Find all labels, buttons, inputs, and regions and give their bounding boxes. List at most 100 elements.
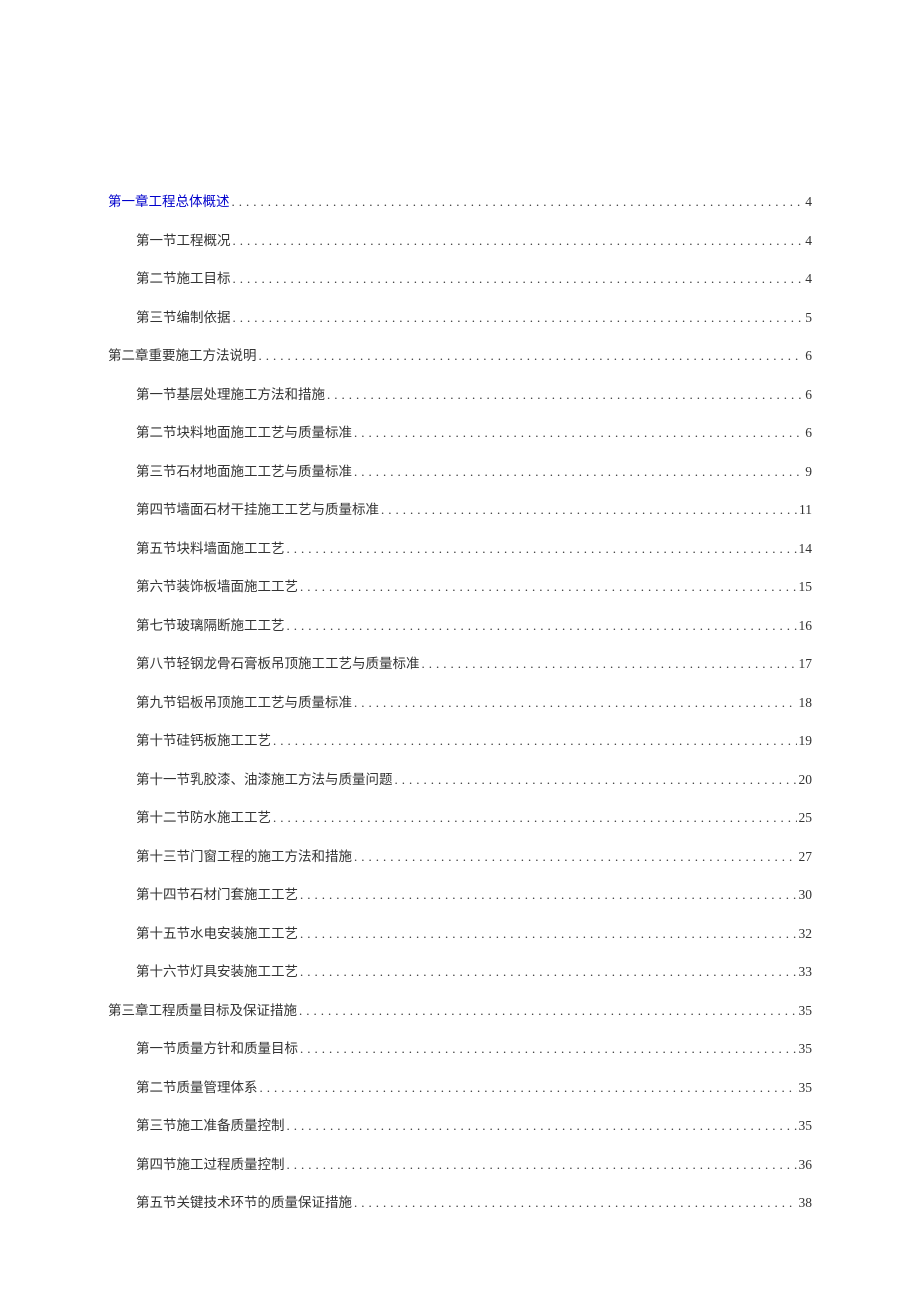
toc-page-number: 30 — [799, 887, 813, 903]
toc-leader-dots: ........................................… — [259, 348, 804, 364]
toc-leader-dots: ........................................… — [354, 464, 803, 480]
toc-title: 第二章重要施工方法说明 — [108, 344, 257, 364]
toc-entry[interactable]: 第三节石材地面施工工艺与质量标准........................… — [108, 460, 812, 480]
toc-entry[interactable]: 第一章工程总体概述...............................… — [108, 190, 812, 210]
toc-title: 第十四节石材门套施工工艺 — [136, 883, 298, 903]
toc-leader-dots: ........................................… — [354, 849, 797, 865]
toc-title: 第五节块料墙面施工工艺 — [136, 537, 285, 557]
toc-leader-dots: ........................................… — [273, 810, 797, 826]
toc-title: 第六节装饰板墙面施工工艺 — [136, 575, 298, 595]
toc-leader-dots: ........................................… — [233, 233, 804, 249]
toc-title: 第十节硅钙板施工工艺 — [136, 729, 271, 749]
toc-title: 第十三节门窗工程的施工方法和措施 — [136, 845, 352, 865]
toc-page-number: 17 — [799, 656, 813, 672]
toc-title: 第三节石材地面施工工艺与质量标准 — [136, 460, 352, 480]
toc-page-number: 35 — [799, 1118, 813, 1134]
toc-leader-dots: ........................................… — [300, 964, 797, 980]
toc-title: 第八节轻钢龙骨石膏板吊顶施工工艺与质量标准 — [136, 652, 420, 672]
toc-title: 第四节施工过程质量控制 — [136, 1153, 285, 1173]
toc-entry[interactable]: 第四节墙面石材干挂施工工艺与质量标准......................… — [108, 498, 812, 518]
toc-title: 第二节质量管理体系 — [136, 1076, 258, 1096]
toc-entry[interactable]: 第十四节石材门套施工工艺............................… — [108, 883, 812, 903]
toc-title: 第九节铝板吊顶施工工艺与质量标准 — [136, 691, 352, 711]
toc-leader-dots: ........................................… — [287, 541, 797, 557]
toc-entry[interactable]: 第七节玻璃隔断施工工艺.............................… — [108, 614, 812, 634]
toc-entry[interactable]: 第二节质量管理体系...............................… — [108, 1076, 812, 1096]
toc-title: 第五节关键技术环节的质量保证措施 — [136, 1191, 352, 1211]
toc-page-number: 32 — [799, 926, 813, 942]
toc-leader-dots: ........................................… — [300, 926, 797, 942]
toc-entry[interactable]: 第五节块料墙面施工工艺.............................… — [108, 537, 812, 557]
toc-page-number: 35 — [799, 1041, 813, 1057]
toc-page-number: 20 — [799, 772, 813, 788]
toc-leader-dots: ........................................… — [299, 1003, 797, 1019]
toc-leader-dots: ........................................… — [354, 695, 797, 711]
table-of-contents: 第一章工程总体概述...............................… — [108, 190, 812, 1211]
toc-entry[interactable]: 第四节施工过程质量控制.............................… — [108, 1153, 812, 1173]
toc-entry[interactable]: 第二节块料地面施工工艺与质量标准........................… — [108, 421, 812, 441]
toc-entry[interactable]: 第十二节防水施工工艺..............................… — [108, 806, 812, 826]
toc-title: 第一章工程总体概述 — [108, 190, 230, 210]
toc-entry[interactable]: 第三节编制依据.................................… — [108, 306, 812, 326]
toc-page-number: 33 — [799, 964, 813, 980]
toc-leader-dots: ........................................… — [381, 502, 797, 518]
toc-entry[interactable]: 第一节质量方针和质量目标............................… — [108, 1037, 812, 1057]
toc-leader-dots: ........................................… — [354, 425, 803, 441]
toc-entry[interactable]: 第六节装饰板墙面施工工艺............................… — [108, 575, 812, 595]
toc-leader-dots: ........................................… — [300, 579, 797, 595]
toc-title: 第三节施工准备质量控制 — [136, 1114, 285, 1134]
toc-title: 第一节工程概况 — [136, 229, 231, 249]
toc-page-number: 35 — [799, 1003, 813, 1019]
toc-leader-dots: ........................................… — [287, 1118, 797, 1134]
toc-page-number: 5 — [805, 310, 812, 326]
toc-entry[interactable]: 第二章重要施工方法说明.............................… — [108, 344, 812, 364]
toc-leader-dots: ........................................… — [395, 772, 797, 788]
toc-leader-dots: ........................................… — [233, 271, 804, 287]
toc-page-number: 16 — [799, 618, 813, 634]
toc-title: 第三节编制依据 — [136, 306, 231, 326]
toc-page-number: 27 — [799, 849, 813, 865]
toc-entry[interactable]: 第十节硅钙板施工工艺..............................… — [108, 729, 812, 749]
toc-entry[interactable]: 第八节轻钢龙骨石膏板吊顶施工工艺与质量标准...................… — [108, 652, 812, 672]
toc-entry[interactable]: 第十三节门窗工程的施工方法和措施........................… — [108, 845, 812, 865]
toc-leader-dots: ........................................… — [233, 310, 804, 326]
toc-title: 第十二节防水施工工艺 — [136, 806, 271, 826]
toc-page-number: 35 — [799, 1080, 813, 1096]
toc-title: 第十六节灯具安装施工工艺 — [136, 960, 298, 980]
toc-leader-dots: ........................................… — [287, 618, 797, 634]
toc-entry[interactable]: 第十六节灯具安装施工工艺............................… — [108, 960, 812, 980]
toc-leader-dots: ........................................… — [327, 387, 803, 403]
toc-title: 第四节墙面石材干挂施工工艺与质量标准 — [136, 498, 379, 518]
toc-page-number: 4 — [805, 271, 812, 287]
toc-page-number: 18 — [799, 695, 813, 711]
toc-leader-dots: ........................................… — [422, 656, 797, 672]
toc-entry[interactable]: 第三章工程质量目标及保证措施..........................… — [108, 999, 812, 1019]
toc-page-number: 25 — [799, 810, 813, 826]
toc-leader-dots: ........................................… — [260, 1080, 797, 1096]
toc-title: 第二节施工目标 — [136, 267, 231, 287]
toc-entry[interactable]: 第三节施工准备质量控制.............................… — [108, 1114, 812, 1134]
toc-page-number: 4 — [805, 194, 812, 210]
toc-leader-dots: ........................................… — [354, 1195, 797, 1211]
toc-page-number: 36 — [799, 1157, 813, 1173]
toc-page-number: 19 — [799, 733, 813, 749]
toc-entry[interactable]: 第十五节水电安装施工工艺............................… — [108, 922, 812, 942]
toc-entry[interactable]: 第一节工程概况.................................… — [108, 229, 812, 249]
toc-leader-dots: ........................................… — [300, 887, 797, 903]
toc-title: 第十一节乳胶漆、油漆施工方法与质量问题 — [136, 768, 393, 788]
toc-page-number: 6 — [805, 348, 812, 364]
toc-page-number: 6 — [805, 387, 812, 403]
toc-page-number: 9 — [805, 464, 812, 480]
toc-page-number: 15 — [799, 579, 813, 595]
toc-entry[interactable]: 第十一节乳胶漆、油漆施工方法与质量问题.....................… — [108, 768, 812, 788]
toc-entry[interactable]: 第九节铝板吊顶施工工艺与质量标准........................… — [108, 691, 812, 711]
toc-page-number: 38 — [799, 1195, 813, 1211]
toc-title: 第二节块料地面施工工艺与质量标准 — [136, 421, 352, 441]
toc-title: 第七节玻璃隔断施工工艺 — [136, 614, 285, 634]
toc-entry[interactable]: 第二节施工目标.................................… — [108, 267, 812, 287]
toc-title: 第三章工程质量目标及保证措施 — [108, 999, 297, 1019]
toc-entry[interactable]: 第五节关键技术环节的质量保证措施........................… — [108, 1191, 812, 1211]
toc-entry[interactable]: 第一节基层处理施工方法和措施..........................… — [108, 383, 812, 403]
toc-leader-dots: ........................................… — [273, 733, 797, 749]
toc-leader-dots: ........................................… — [232, 194, 804, 210]
